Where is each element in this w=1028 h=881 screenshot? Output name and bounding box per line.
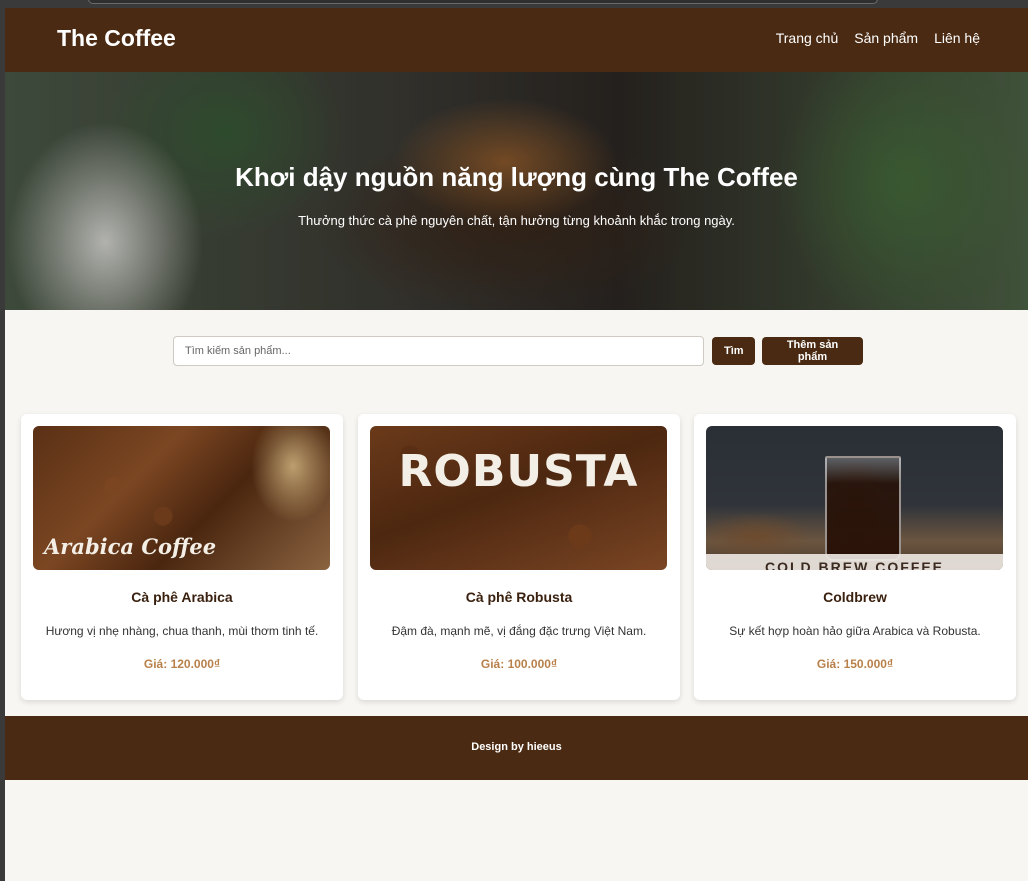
nav-products[interactable]: Sản phẩm <box>854 30 918 46</box>
product-card-robusta[interactable]: ROBUSTA Cà phê Robusta Đậm đà, mạnh mẽ, … <box>358 414 680 700</box>
add-product-button[interactable]: Thêm sản phẩm <box>762 337 863 365</box>
product-card-arabica[interactable]: Arabica Coffee Cà phê Arabica Hương vị n… <box>21 414 343 700</box>
product-description: Đậm đà, mạnh mẽ, vị đắng đặc trưng Việt … <box>391 624 647 638</box>
product-price: Giá: 120.000₫ <box>143 657 221 671</box>
product-name: Cà phê Arabica <box>131 589 233 605</box>
product-description: Hương vị nhẹ nhàng, chua thanh, mùi thơm… <box>45 624 319 638</box>
product-image-caption: COLD BREW COFFEE <box>765 559 944 570</box>
product-price: Giá: 150.000₫ <box>816 657 894 671</box>
product-image-coldbrew: COLD BREW COFFEE <box>706 426 1003 570</box>
hero-title: Khơi dậy nguồn năng lượng cùng The Coffe… <box>235 162 798 192</box>
search-input[interactable] <box>173 336 704 366</box>
main-nav: Trang chủ Sản phẩm Liên hệ <box>776 30 980 46</box>
window-chrome <box>0 0 1028 8</box>
hero-banner: Khơi dậy nguồn năng lượng cùng The Coffe… <box>5 72 1028 310</box>
product-card-coldbrew[interactable]: COLD BREW COFFEE Coldbrew Sự kết hợp hoà… <box>694 414 1016 700</box>
product-image-caption: Arabica Coffee <box>44 534 217 559</box>
nav-contact[interactable]: Liên hệ <box>934 30 980 46</box>
search-button[interactable]: Tìm <box>712 337 755 365</box>
brand-logo[interactable]: The Coffee <box>57 25 176 52</box>
site-footer: Design by hieeus <box>5 716 1028 780</box>
site-header: The Coffee Trang chủ Sản phẩm Liên hệ <box>5 8 1028 72</box>
address-bar[interactable] <box>88 0 878 4</box>
product-image-robusta: ROBUSTA <box>370 426 667 570</box>
footer-credit: Design by hieeus <box>471 741 562 753</box>
search-bar: Tìm Thêm sản phẩm <box>173 336 863 366</box>
hero-subtitle: Thưởng thức cà phê nguyên chất, tận hưởn… <box>298 213 735 228</box>
nav-home[interactable]: Trang chủ <box>776 30 839 46</box>
product-name: Coldbrew <box>823 589 887 605</box>
product-image-arabica: Arabica Coffee <box>33 426 330 570</box>
product-image-caption: ROBUSTA <box>398 446 639 497</box>
page-viewport: The Coffee Trang chủ Sản phẩm Liên hệ Kh… <box>5 8 1028 881</box>
product-name: Cà phê Robusta <box>465 589 573 605</box>
product-description: Sự kết hợp hoàn hảo giữa Arabica và Robu… <box>729 624 981 638</box>
coldbrew-glass-illustration <box>825 456 901 561</box>
product-price: Giá: 100.000₫ <box>480 657 558 671</box>
